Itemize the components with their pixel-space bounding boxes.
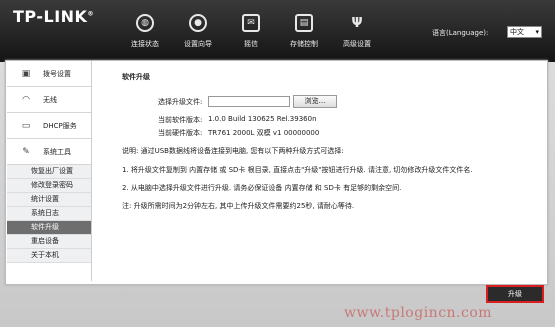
upgrade-button[interactable]: 升级 <box>486 285 544 303</box>
nav-label: 存储控制 <box>290 40 318 48</box>
sidebar-sub-change-password[interactable]: 修改登录密码 <box>7 179 91 193</box>
nav-setup-wizard[interactable]: ● 设置向导 <box>168 14 228 49</box>
wrench-icon: ✎ <box>22 146 30 157</box>
browse-button[interactable]: 浏览... <box>293 95 337 108</box>
wifi-icon: ◠ <box>22 94 30 105</box>
hardware-version-label: 当前硬件版本: <box>158 129 203 137</box>
globe-icon: ◍ <box>136 14 154 32</box>
wizard-icon: ● <box>189 14 207 32</box>
sidebar-item-label: 拨号设置 <box>43 69 71 78</box>
nav-label: 高级设置 <box>343 40 371 48</box>
sidebar-item-label: DHCP服务 <box>43 121 77 130</box>
note-intro: 说明: 通过USB数据线将设备连接到电脑, 您有以下两种升级方式可选择: <box>122 147 344 155</box>
nav-advanced-settings[interactable]: Ψ 高级设置 <box>327 14 387 49</box>
nav-connection-status[interactable]: ◍ 连接状态 <box>115 14 175 49</box>
sidebar-sub-reboot[interactable]: 重启设备 <box>7 235 91 249</box>
page-title: 软件升级 <box>122 73 150 81</box>
sidebar: ▣ 拨号设置 ◠ 无线 ▭ DHCP服务 ✎ 系统工具 恢复出厂设置 修改登录密… <box>7 61 92 281</box>
nav-messages[interactable]: ✉ 摇信 <box>221 14 281 49</box>
upgrade-file-input[interactable] <box>208 96 290 107</box>
sidebar-sub-about[interactable]: 关于本机 <box>7 249 91 263</box>
dhcp-icon: ▭ <box>21 120 31 131</box>
nav-label: 连接状态 <box>131 40 159 48</box>
sidebar-sub-system-log[interactable]: 系统日志 <box>7 207 91 221</box>
top-bar: TP-LINK® ◍ 连接状态 ● 设置向导 ✉ 摇信 ▤ 存储控制 Ψ 高级设… <box>0 0 555 62</box>
hardware-version-value: TR761 2000L 双模 v1 00000000 <box>208 129 320 137</box>
sidebar-sub-statistics[interactable]: 统计设置 <box>7 193 91 207</box>
sidebar-item-system-tools[interactable]: ✎ 系统工具 <box>7 139 91 165</box>
sidebar-item-dhcp[interactable]: ▭ DHCP服务 <box>7 113 91 139</box>
sidebar-item-label: 系统工具 <box>43 147 71 156</box>
storage-icon: ▤ <box>295 14 313 32</box>
sidebar-sub-firmware-upgrade[interactable]: 软件升级 <box>7 221 91 235</box>
software-version-label: 当前软件版本: <box>158 116 203 124</box>
language-label: 语言(Language): <box>432 29 489 37</box>
nav-label: 摇信 <box>244 40 258 48</box>
note-method-1: 1. 将升级文件复制到 内置存储 或 SD卡 根目录, 直接点击"升级"按钮进行… <box>122 166 473 174</box>
sidebar-sub-factory-reset[interactable]: 恢复出厂设置 <box>7 165 91 179</box>
language-select[interactable]: 中文 <box>507 26 542 38</box>
sidebar-item-dialup[interactable]: ▣ 拨号设置 <box>7 61 91 87</box>
upgrade-content: 软件升级 选择升级文件: 浏览... 当前软件版本: 1.0.0 Build 1… <box>122 72 542 210</box>
tools-icon: Ψ <box>351 15 363 31</box>
sidebar-item-wireless[interactable]: ◠ 无线 <box>7 87 91 113</box>
tp-link-logo: TP-LINK® <box>13 7 94 26</box>
note-duration: 注: 升级所需时间为2分钟左右, 其中上传升级文件需要约25秒, 请耐心等待. <box>122 202 355 210</box>
mail-icon: ✉ <box>242 14 260 32</box>
nav-label: 设置向导 <box>184 40 212 48</box>
sidebar-item-label: 无线 <box>43 95 57 104</box>
software-version-value: 1.0.0 Build 130625 Rel.39360n <box>208 115 317 123</box>
file-label: 选择升级文件: <box>158 98 203 106</box>
note-method-2: 2. 从电脑中选择升级文件进行升级. 请务必保证设备 内置存储 和 SD卡 有足… <box>122 184 402 192</box>
nav-storage-control[interactable]: ▤ 存储控制 <box>274 14 334 49</box>
dialup-icon: ▣ <box>21 68 31 79</box>
watermark-text: www.tplogincn.com <box>344 305 493 321</box>
